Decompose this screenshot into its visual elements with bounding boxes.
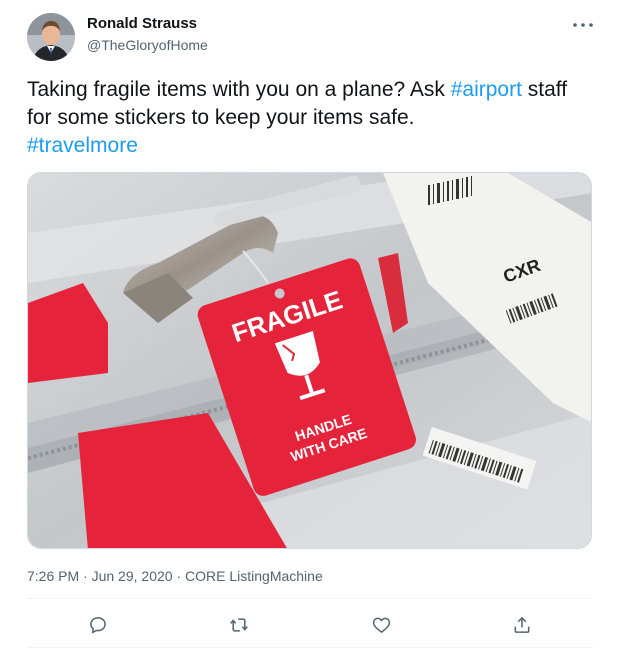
- divider: [27, 647, 593, 648]
- meta-separator: ·: [172, 568, 186, 584]
- retweet-icon: [230, 618, 248, 632]
- more-dots-icon: [573, 23, 593, 27]
- avatar[interactable]: [27, 13, 75, 61]
- hashtag-travelmore-link[interactable]: #travelmore: [27, 134, 138, 157]
- tweet-text-part: Taking fragile items with you on a plane…: [27, 78, 451, 101]
- author-name[interactable]: Ronald Strauss: [87, 15, 197, 32]
- like-icon: [372, 617, 390, 633]
- tweet-time[interactable]: 7:26 PM: [27, 568, 79, 584]
- fragile-luggage-photo: FRAGILE HANDLE WITH CARE CXR: [28, 173, 591, 548]
- like-button[interactable]: [367, 611, 395, 639]
- meta-separator: ·: [79, 568, 92, 584]
- retweet-button[interactable]: [225, 611, 253, 639]
- hashtag-airport-link[interactable]: #airport: [451, 78, 522, 101]
- more-options-button[interactable]: [568, 12, 598, 38]
- tweet-text: Taking fragile items with you on a plane…: [27, 76, 597, 160]
- tweet-date[interactable]: Jun 29, 2020: [92, 568, 173, 584]
- tweet-source[interactable]: CORE ListingMachine: [185, 568, 323, 584]
- tweet-card: Ronald Strauss @TheGloryofHome Taking fr…: [0, 0, 620, 650]
- action-bar: [27, 603, 593, 647]
- author-handle[interactable]: @TheGloryofHome: [87, 37, 208, 53]
- share-icon: [514, 616, 530, 633]
- divider: [27, 598, 593, 599]
- reply-button[interactable]: [84, 611, 112, 639]
- tweet-meta: 7:26 PM · Jun 29, 2020 · CORE ListingMac…: [27, 568, 323, 584]
- tweet-photo[interactable]: FRAGILE HANDLE WITH CARE CXR: [27, 172, 592, 549]
- reply-icon: [90, 617, 106, 634]
- share-button[interactable]: [508, 611, 536, 639]
